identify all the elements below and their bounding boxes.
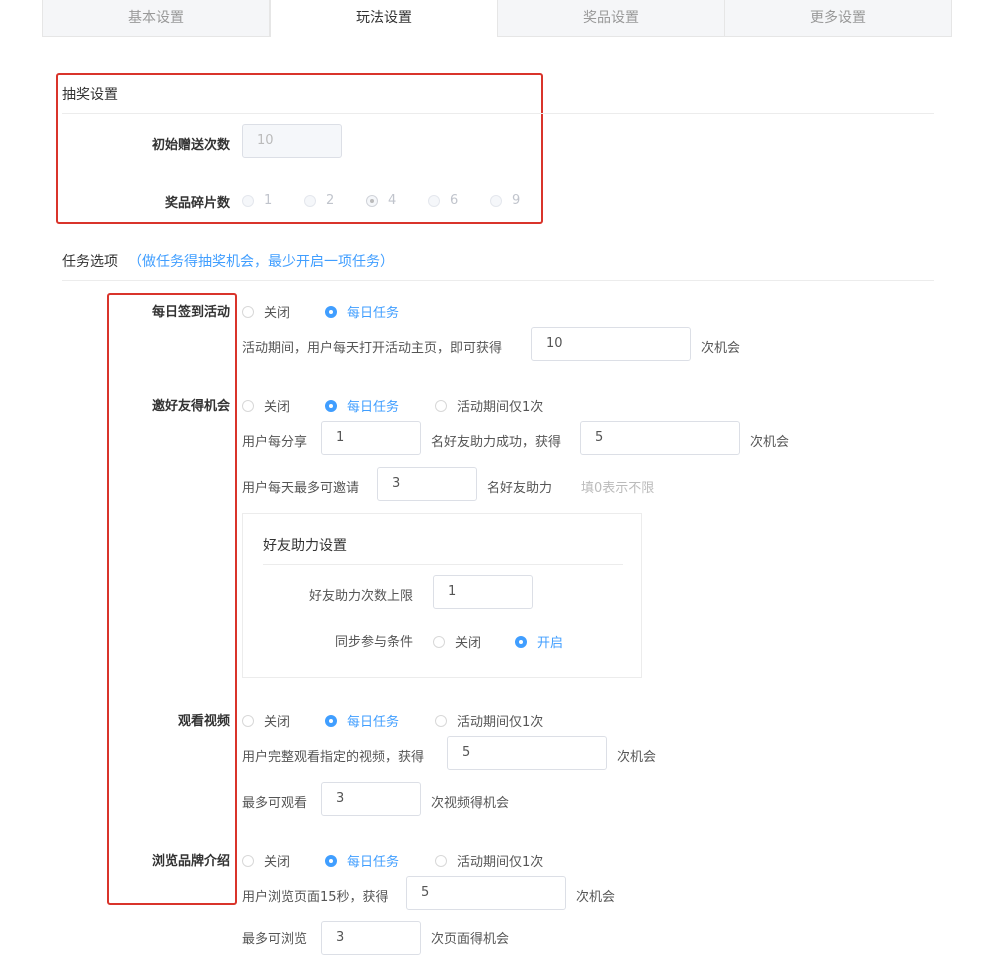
radio-icon [433,635,445,648]
tab-bar: 基本设置 玩法设置 奖品设置 更多设置 [42,0,952,38]
video-max-prefix: 最多可观看 [242,796,308,811]
lottery-section-title: 抽奖设置 [62,87,118,103]
invite-share-prefix: 用户每分享 [242,435,308,450]
radio-icon [435,854,447,867]
assist-limit-input[interactable]: 1 [433,575,533,609]
video-max-input[interactable]: 3 [321,782,421,816]
radio-icon [428,194,440,207]
friend-assist-divider [263,564,623,565]
initial-count-label: 初始赠送次数 [151,138,230,153]
fragment-option-1[interactable]: 1 [242,193,272,208]
checkin-desc: 活动期间，用户每天打开活动主页，即可获得 [242,341,503,356]
fragment-option-2[interactable]: 2 [304,193,334,208]
invite-reward-suffix: 次机会 [750,435,790,450]
video-option-once[interactable]: 活动期间仅1次 [435,711,543,730]
invite-max-suffix: 名好友助力 [487,481,553,496]
radio-icon [325,714,337,727]
sync-condition-label: 同步参与条件 [334,635,413,650]
brand-desc: 用户浏览页面15秒，获得 [242,890,389,905]
brand-label: 浏览品牌介绍 [151,854,230,869]
fragment-option-4[interactable]: 4 [366,193,396,208]
radio-icon [242,399,254,412]
radio-icon [435,399,447,412]
fragment-option-9[interactable]: 9 [490,193,520,208]
brand-suffix: 次机会 [576,890,616,905]
tasks-section-note: （做任务得抽奖机会，最少开启一项任务） [128,254,394,270]
tab-more-settings[interactable]: 更多设置 [725,0,952,37]
tasks-divider [62,280,934,281]
fragments-label: 奖品碎片数 [164,196,230,211]
brand-max-prefix: 最多可浏览 [242,932,308,947]
video-option-close[interactable]: 关闭 [242,711,290,730]
tab-prize-settings[interactable]: 奖品设置 [498,0,725,37]
video-suffix: 次机会 [617,750,657,765]
video-max-suffix: 次视频得机会 [431,796,510,811]
radio-icon [515,635,527,648]
radio-icon [325,854,337,867]
video-value-input[interactable]: 5 [447,736,607,770]
invite-max-hint: 填0表示不限 [581,481,655,496]
invite-option-close[interactable]: 关闭 [242,396,290,415]
checkin-value-input[interactable]: 10 [531,327,691,361]
radio-icon [325,399,337,412]
sync-option-on[interactable]: 开启 [515,632,563,651]
invite-max-prefix: 用户每天最多可邀请 [242,481,360,496]
radio-icon [242,194,254,207]
video-label: 观看视频 [177,714,230,729]
sync-option-off[interactable]: 关闭 [433,632,481,651]
invite-reward-input[interactable]: 5 [580,421,740,455]
radio-icon [242,854,254,867]
lottery-divider [62,113,934,114]
invite-option-daily[interactable]: 每日任务 [325,396,399,415]
radio-icon [304,194,316,207]
brand-option-once[interactable]: 活动期间仅1次 [435,851,543,870]
radio-icon [366,194,378,207]
checkin-label: 每日签到活动 [151,305,230,320]
brand-option-close[interactable]: 关闭 [242,851,290,870]
friend-assist-title: 好友助力设置 [263,538,347,554]
tab-basic-settings[interactable]: 基本设置 [42,0,270,37]
brand-option-daily[interactable]: 每日任务 [325,851,399,870]
checkin-option-daily[interactable]: 每日任务 [325,302,399,321]
invite-max-input[interactable]: 3 [377,467,477,501]
brand-max-input[interactable]: 3 [321,921,421,955]
radio-icon [435,714,447,727]
tasks-section-title: 任务选项 [62,254,118,270]
tasks-highlight-box [107,293,237,905]
radio-icon [490,194,502,207]
video-desc: 用户完整观看指定的视频，获得 [242,750,425,765]
checkin-suffix: 次机会 [701,341,741,356]
checkin-option-close[interactable]: 关闭 [242,302,290,321]
invite-share-mid: 名好友助力成功，获得 [431,435,562,450]
radio-icon [242,305,254,318]
video-option-daily[interactable]: 每日任务 [325,711,399,730]
brand-max-suffix: 次页面得机会 [431,932,510,947]
fragment-option-6[interactable]: 6 [428,193,458,208]
tab-gameplay-settings[interactable]: 玩法设置 [270,0,498,37]
initial-count-input[interactable]: 10 [242,124,342,158]
radio-icon [242,714,254,727]
invite-option-once[interactable]: 活动期间仅1次 [435,396,543,415]
radio-icon [325,305,337,318]
invite-share-input[interactable]: 1 [321,421,421,455]
brand-value-input[interactable]: 5 [406,876,566,910]
assist-limit-label: 好友助力次数上限 [308,589,413,604]
invite-label: 邀好友得机会 [151,399,230,414]
